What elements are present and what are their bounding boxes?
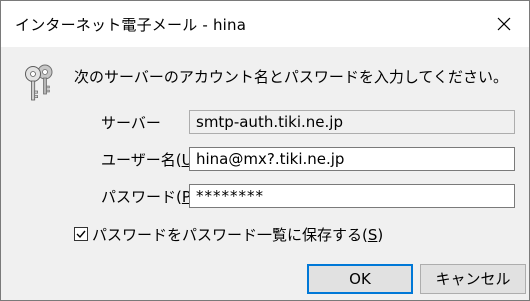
close-icon	[497, 17, 511, 31]
instruction-text: 次のサーバーのアカウント名とパスワードを入力してください。	[74, 68, 508, 86]
password-label: パスワード(P):	[101, 188, 202, 206]
username-field[interactable]	[189, 147, 515, 171]
server-label: サーバー	[101, 114, 161, 132]
save-password-option[interactable]: パスワードをパスワード一覧に保存する(S)	[74, 224, 383, 244]
close-button[interactable]	[487, 7, 521, 41]
save-password-label: パスワードをパスワード一覧に保存する(S)	[92, 225, 384, 244]
window-title: インターネット電子メール - hina	[15, 16, 247, 34]
checkmark-icon	[76, 230, 86, 239]
title-bar[interactable]: インターネット電子メール - hina	[1, 1, 529, 47]
save-password-mnemonic: S	[367, 225, 378, 244]
cancel-button[interactable]: キャンセル	[420, 264, 526, 294]
key-icon	[23, 60, 57, 102]
login-dialog: インターネット電子メール - hina 次のサーバーのアカウント名とパスワードを…	[0, 0, 530, 301]
ok-button[interactable]: OK	[307, 264, 413, 294]
password-field[interactable]	[189, 184, 515, 208]
server-field[interactable]	[189, 110, 515, 134]
save-password-checkbox[interactable]	[74, 227, 88, 241]
